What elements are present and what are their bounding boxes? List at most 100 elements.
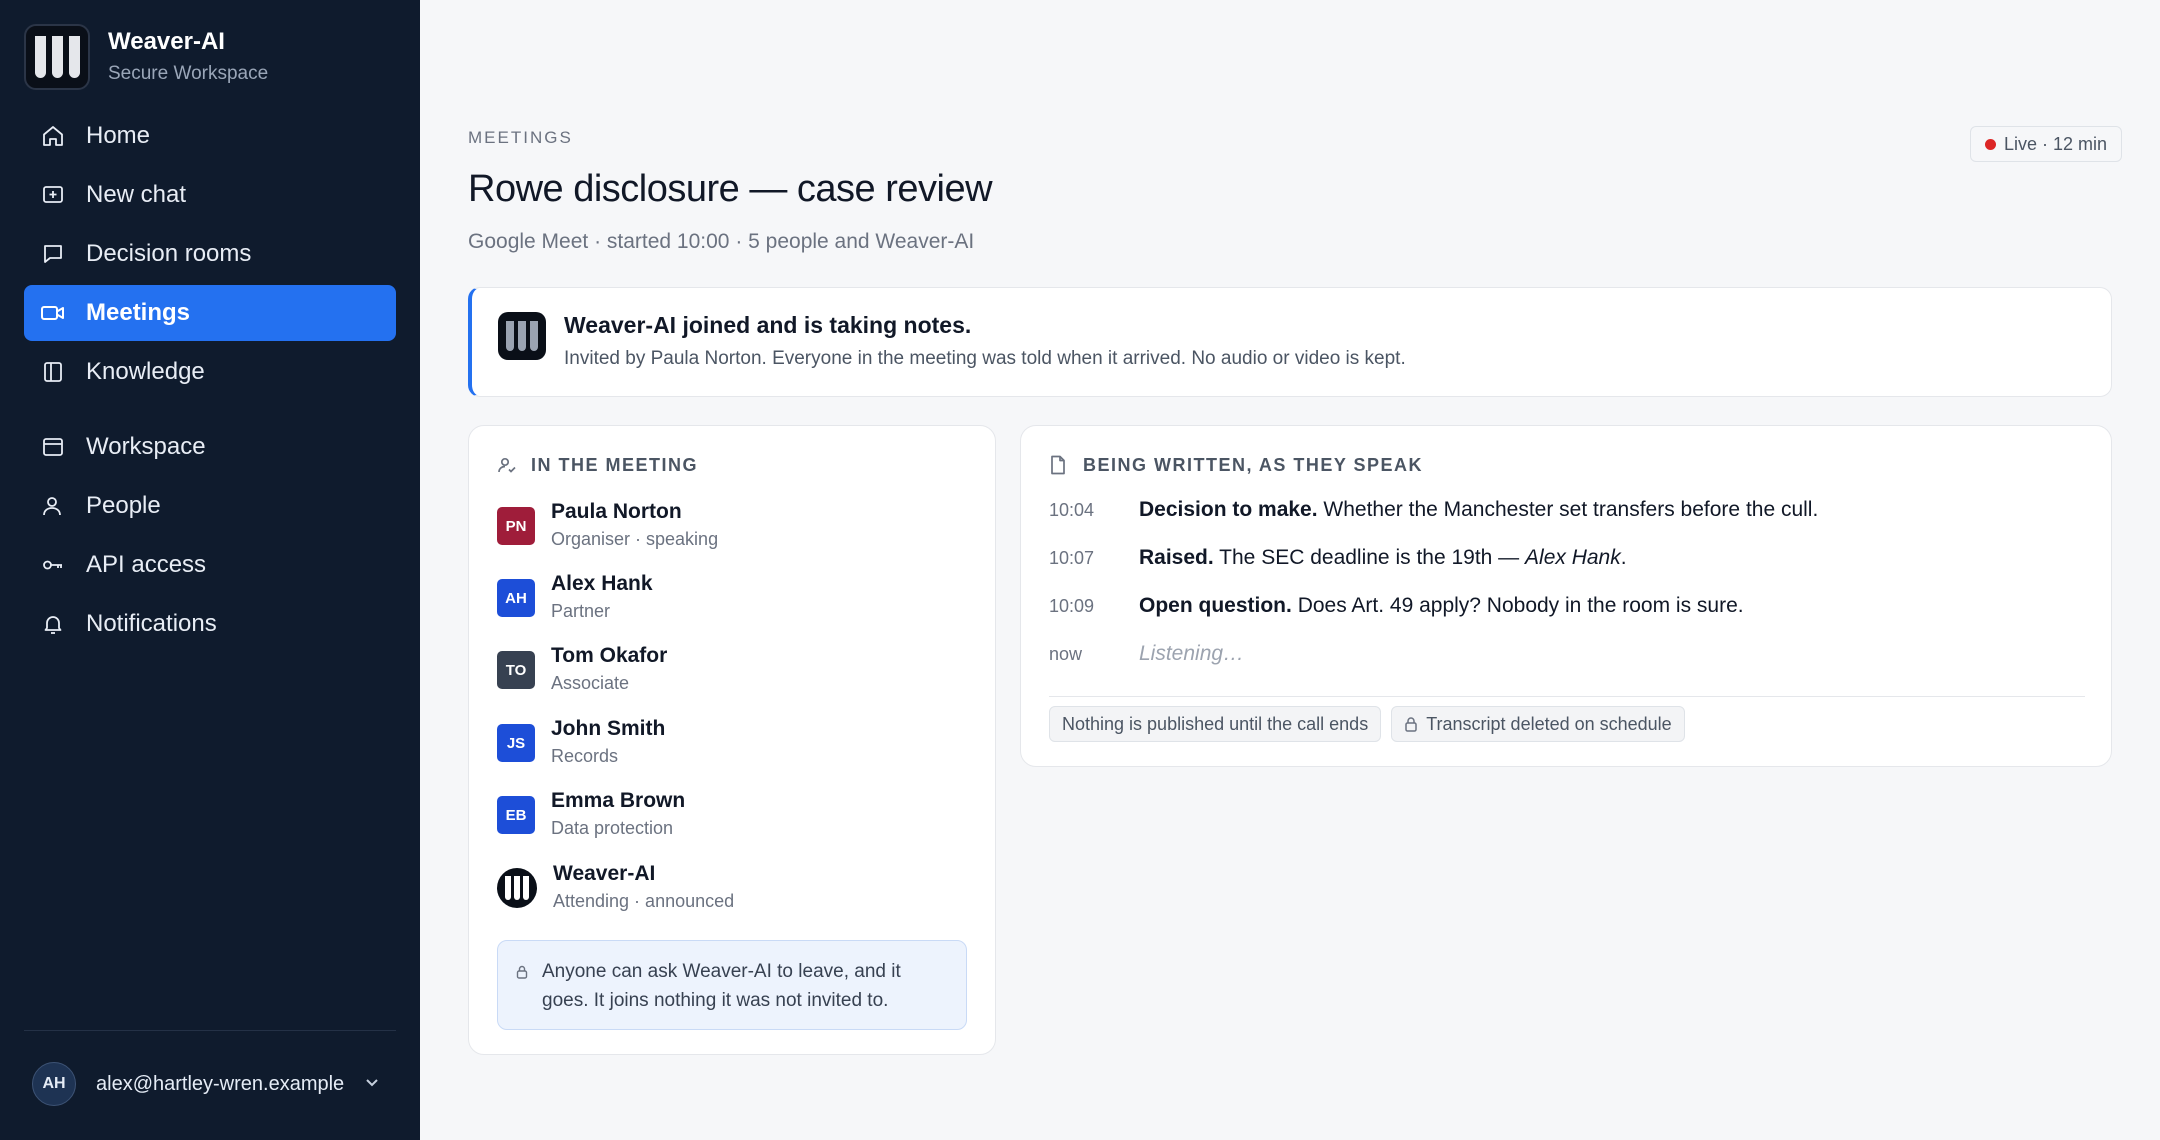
participant-role: Records: [551, 746, 619, 766]
participant-row[interactable]: JS John Smith Records: [497, 715, 967, 773]
person-icon: [40, 493, 66, 519]
main-content: MEETINGS Rowe disclosure — case review G…: [420, 0, 2160, 1140]
brand-name: Weaver-AI: [108, 28, 225, 55]
chat-bubble-icon: [40, 241, 66, 267]
weaver-logo-icon: [498, 312, 546, 360]
sidebar-item-notifications[interactable]: Notifications: [24, 596, 396, 652]
avatar: TO: [497, 651, 535, 689]
note-time: 10:04: [1049, 500, 1095, 520]
sidebar-item-people[interactable]: People: [24, 478, 396, 534]
account-menu[interactable]: AH alex@hartley-wren.example: [32, 1062, 382, 1106]
participant-role: Organiser · speaking: [551, 529, 719, 549]
participant-name: Emma Brown: [551, 789, 686, 812]
sidebar-item-label: New chat: [86, 181, 187, 208]
participant-row[interactable]: TO Tom Okafor Associate: [497, 642, 967, 700]
sidebar-item-label: Notifications: [86, 610, 217, 637]
participant-role: Partner: [551, 601, 611, 621]
page-title: Rowe disclosure — case review: [468, 168, 993, 210]
status-badge: Live · 12 min: [1969, 126, 2122, 162]
participant-name: Weaver-AI: [553, 862, 656, 885]
brand-subtitle: Secure Workspace: [108, 63, 269, 84]
sidebar-item-label: Knowledge: [86, 358, 205, 385]
home-icon: [40, 123, 66, 149]
note-entry: 10:04 Decision to make. Whether the Manc…: [1049, 498, 1818, 528]
document-icon: [1049, 454, 1071, 476]
weaver-logo-icon: [24, 24, 90, 90]
participant-role: Associate: [551, 673, 630, 693]
sidebar-item-home[interactable]: Home: [24, 108, 396, 164]
note-text: Open question. Does Art. 49 apply? Nobod…: [1139, 594, 1744, 618]
note-body: The SEC deadline is the 19th —: [1219, 546, 1520, 569]
notes-heading: BEING WRITTEN, AS THEY SPEAK: [1049, 454, 1423, 476]
live-dot-icon: [1984, 138, 1996, 150]
sidebar-item-label: Workspace: [86, 433, 206, 460]
policy-chips: Nothing is published until the call ends…: [1049, 706, 1695, 742]
live-notes-panel: BEING WRITTEN, AS THEY SPEAK 10:04 Decis…: [1020, 425, 2112, 767]
participant-name: Alex Hank: [551, 572, 653, 595]
sidebar-divider: [24, 1030, 396, 1031]
sidebar-item-api-access[interactable]: API access: [24, 537, 396, 593]
sidebar-item-label: API access: [86, 551, 207, 578]
brand[interactable]: Weaver-AI Secure Workspace: [24, 24, 268, 90]
page-subtitle: Google Meet · started 10:00 · 5 people a…: [468, 230, 975, 253]
notice-body: Invited by Paula Norton. Everyone in the…: [564, 348, 1406, 369]
participant-row[interactable]: Weaver-AI Attending · announced: [497, 860, 967, 918]
joined-notice: Weaver-AI joined and is taking notes. In…: [468, 287, 2112, 397]
sidebar-item-knowledge[interactable]: Knowledge: [24, 344, 396, 400]
note-body: Does Art. 49 apply? Nobody in the room i…: [1297, 594, 1744, 617]
lock-icon: [1404, 716, 1418, 732]
sidebar-item-workspace[interactable]: Workspace: [24, 419, 396, 475]
leave-info-note: Anyone can ask Weaver-AI to leave, and i…: [497, 940, 967, 1030]
sidebar-item-new-chat[interactable]: New chat: [24, 167, 396, 223]
participants-heading: IN THE MEETING: [497, 454, 698, 476]
avatar: EB: [497, 796, 535, 834]
new-chat-icon: [40, 182, 66, 208]
note-label: Open question.: [1139, 594, 1292, 617]
sidebar-item-meetings[interactable]: Meetings: [24, 285, 396, 341]
weaver-logo-icon: [497, 868, 537, 908]
video-icon: [40, 300, 66, 326]
live-badge-label: Live · 12 min: [2003, 133, 2107, 154]
sidebar: Weaver-AI Secure Workspace Home New chat…: [0, 0, 420, 1140]
participant-role: Data protection: [551, 818, 674, 838]
divider: [1049, 696, 2085, 697]
participants-heading-label: IN THE MEETING: [531, 454, 699, 475]
avatar: JS: [497, 724, 535, 762]
policy-chip-publish: Nothing is published until the call ends: [1049, 706, 1382, 742]
people-icon: [497, 454, 519, 476]
participant-row[interactable]: PN Paula Norton Organiser · speaking: [497, 498, 967, 556]
note-end: .: [1620, 546, 1627, 569]
notes-heading-label: BEING WRITTEN, AS THEY SPEAK: [1083, 454, 1424, 475]
note-time: 10:07: [1049, 548, 1095, 568]
sidebar-item-label: Home: [86, 122, 151, 149]
note-entry: 10:09 Open question. Does Art. 49 apply?…: [1049, 594, 1744, 624]
note-label: Decision to make.: [1139, 498, 1318, 521]
participant-role: Attending · announced: [553, 891, 735, 911]
sidebar-nav: Home New chat Decision rooms Meetings Kn…: [24, 108, 396, 655]
breadcrumb: MEETINGS: [468, 128, 573, 147]
key-icon: [40, 552, 66, 578]
leave-info-text: Anyone can ask Weaver-AI to leave, and i…: [542, 961, 901, 1011]
participant-name: Paula Norton: [551, 500, 682, 523]
note-time: now: [1049, 644, 1083, 664]
book-icon: [40, 359, 66, 385]
avatar: AH: [32, 1062, 76, 1106]
participant-row[interactable]: EB Emma Brown Data protection: [497, 787, 967, 845]
sidebar-item-label: Meetings: [86, 299, 191, 326]
note-text: Raised. The SEC deadline is the 19th — A…: [1139, 546, 1627, 570]
note-entry: 10:07 Raised. The SEC deadline is the 19…: [1049, 546, 1627, 576]
window-icon: [40, 434, 66, 460]
participant-name: Tom Okafor: [551, 644, 668, 667]
avatar: AH: [497, 579, 535, 617]
note-text: Decision to make. Whether the Manchester…: [1139, 498, 1818, 522]
note-body: Whether the Manchester set transfers bef…: [1323, 498, 1819, 521]
sidebar-item-decision-rooms[interactable]: Decision rooms: [24, 226, 396, 282]
sidebar-item-label: Decision rooms: [86, 240, 252, 267]
note-attribution: Alex Hank: [1525, 546, 1621, 569]
participant-name: John Smith: [551, 717, 666, 740]
chip-label: Nothing is published until the call ends: [1062, 713, 1369, 734]
account-email: alex@hartley-wren.example: [96, 1072, 345, 1095]
chevron-down-icon: [362, 1072, 382, 1097]
participants-panel: IN THE MEETING PN Paula Norton Organiser…: [468, 425, 996, 1055]
participant-row[interactable]: AH Alex Hank Partner: [497, 570, 967, 628]
